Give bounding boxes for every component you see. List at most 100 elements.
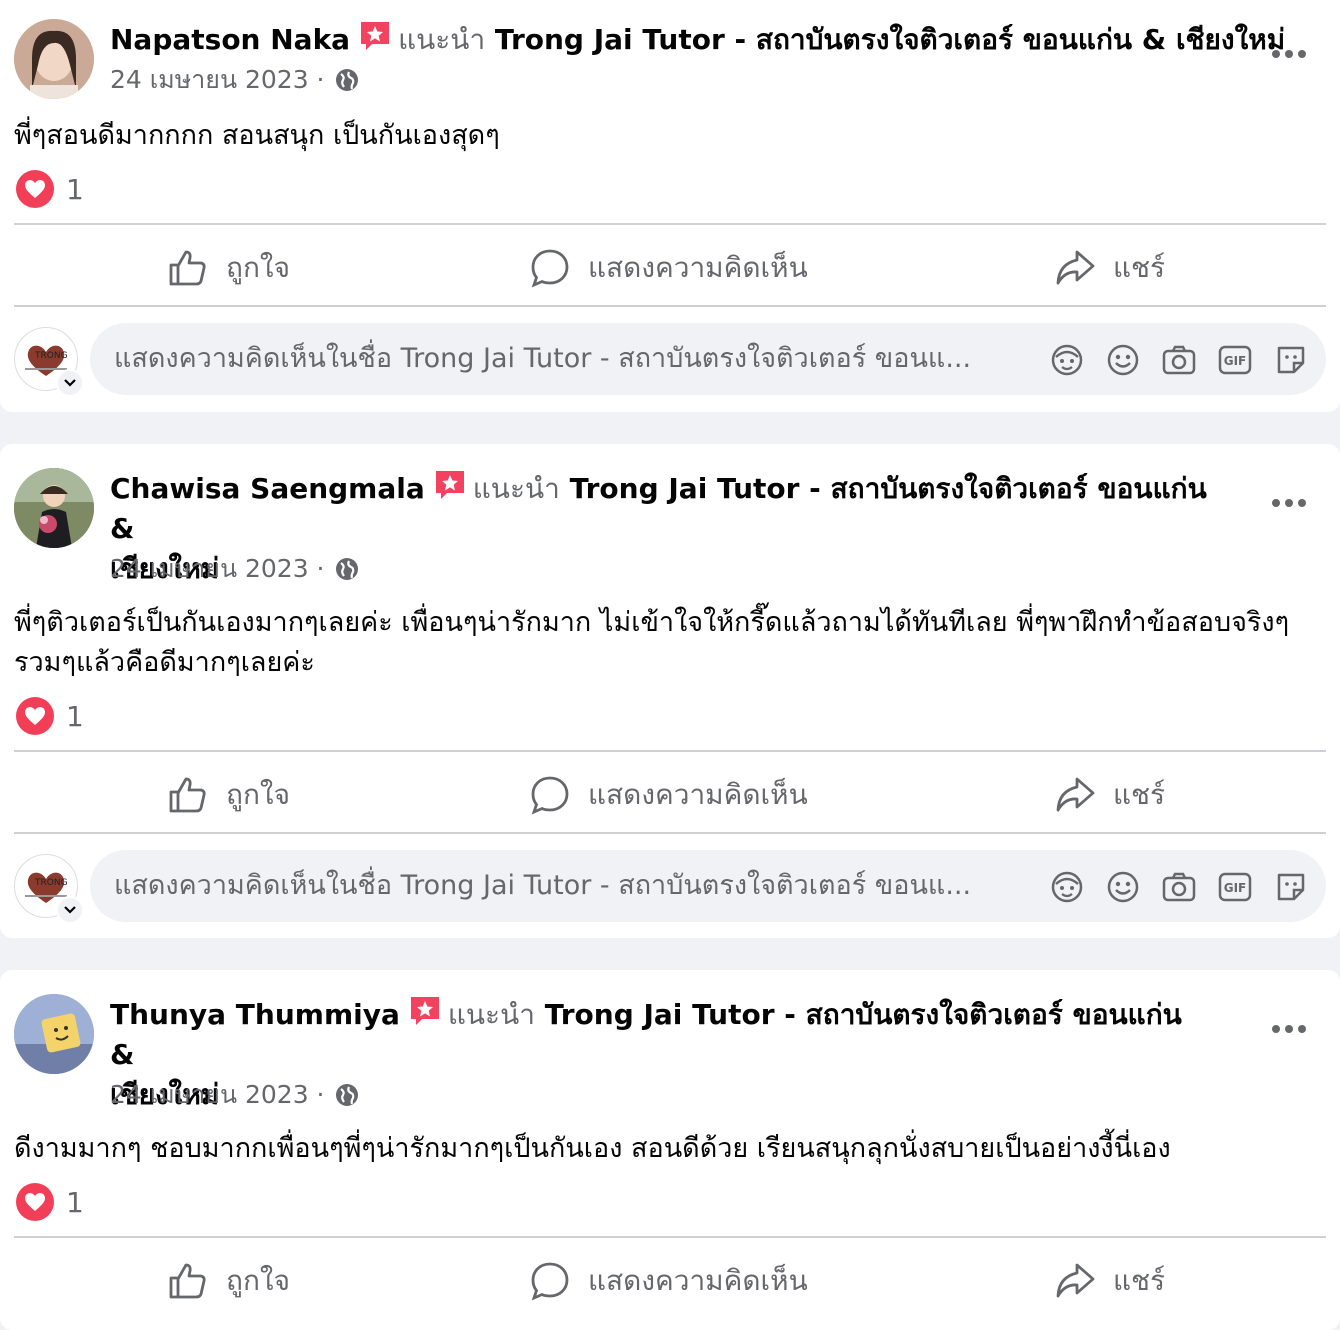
- profile-switch-chevron-icon[interactable]: [56, 369, 84, 397]
- post-date[interactable]: 24 เมษายน 2023 ·: [110, 1078, 325, 1112]
- comment-placeholder: แสดงความคิดเห็นในชื่อ Trong Jai Tutor - …: [114, 343, 972, 374]
- recommends-label: แนะนำ: [447, 998, 535, 1031]
- post-meta: 24 เมษายน 2023 ·: [110, 1078, 359, 1112]
- reaction-summary[interactable]: 1: [16, 170, 84, 208]
- share-label: แชร์: [1113, 1264, 1166, 1297]
- share-arrow-icon: [1056, 250, 1095, 285]
- dot-icon: [1298, 1025, 1306, 1033]
- svg-text:TRONG: TRONG: [34, 878, 68, 888]
- divider: [14, 832, 1326, 834]
- share-button[interactable]: แชร์: [1055, 773, 1165, 817]
- svg-text:GIF: GIF: [1224, 881, 1247, 895]
- share-arrow-icon: [1056, 777, 1095, 812]
- recommend-star-icon: [410, 997, 439, 1025]
- gif-icon[interactable]: GIF: [1218, 343, 1252, 377]
- avatar-sticker-icon[interactable]: [1050, 343, 1084, 377]
- share-arrow-icon: [1056, 1263, 1095, 1298]
- comment-button[interactable]: แสดงความคิดเห็น: [530, 773, 808, 817]
- review-text: พี่ๆสอนดีมากกกก สอนสนุก เป็นกันเองสุดๆ: [14, 120, 500, 151]
- post-meta: 24 เมษายน 2023 ·: [110, 552, 359, 586]
- page-name[interactable]: Trong Jai Tutor - สถาบันตรงใจติวเตอร์ ขอ…: [495, 23, 1285, 56]
- comment-label: แสดงความคิดเห็น: [588, 778, 808, 811]
- share-label: แชร์: [1113, 778, 1166, 811]
- comment-placeholder: แสดงความคิดเห็นในชื่อ Trong Jai Tutor - …: [114, 870, 972, 901]
- camera-icon[interactable]: [1162, 343, 1196, 377]
- dot-icon: [1272, 1025, 1280, 1033]
- post-meta: 24 เมษายน 2023 ·: [110, 63, 359, 97]
- share-button[interactable]: แชร์: [1055, 246, 1165, 290]
- emoji-icon[interactable]: [1106, 870, 1140, 904]
- recommend-star-icon: [435, 471, 464, 499]
- sticker-icon[interactable]: [1274, 870, 1308, 904]
- like-button[interactable]: ถูกใจ: [168, 246, 290, 290]
- camera-icon[interactable]: [1162, 870, 1196, 904]
- author-avatar[interactable]: [14, 994, 94, 1074]
- more-options-button[interactable]: [1272, 1025, 1306, 1035]
- gif-icon[interactable]: GIF: [1218, 870, 1252, 904]
- dot-icon: [1272, 499, 1280, 507]
- author-avatar[interactable]: [14, 19, 94, 99]
- author-name[interactable]: Thunya Thummiya: [110, 998, 400, 1031]
- comment-tools: GIF: [1050, 870, 1308, 904]
- comment-bubble-icon: [531, 249, 569, 288]
- sticker-icon[interactable]: [1274, 343, 1308, 377]
- like-label: ถูกใจ: [226, 1264, 290, 1297]
- svg-text:GIF: GIF: [1224, 354, 1247, 368]
- love-reaction-icon: [16, 697, 54, 735]
- comment-input[interactable]: แสดงความคิดเห็นในชื่อ Trong Jai Tutor - …: [90, 323, 1326, 395]
- divider: [14, 305, 1326, 307]
- love-reaction-icon: [16, 170, 54, 208]
- reaction-count: 1: [66, 1185, 84, 1219]
- emoji-icon[interactable]: [1106, 343, 1140, 377]
- comment-label: แสดงความคิดเห็น: [588, 251, 808, 284]
- comment-button[interactable]: แสดงความคิดเห็น: [530, 246, 808, 290]
- like-button[interactable]: ถูกใจ: [168, 1259, 290, 1303]
- like-button[interactable]: ถูกใจ: [168, 773, 290, 817]
- comment-button[interactable]: แสดงความคิดเห็น: [530, 1259, 808, 1303]
- reaction-count: 1: [66, 172, 84, 206]
- post-date[interactable]: 24 เมษายน 2023 ·: [110, 552, 325, 586]
- comment-bubble-icon: [531, 1262, 569, 1301]
- dot-icon: [1298, 50, 1306, 58]
- more-options-button[interactable]: [1272, 50, 1306, 60]
- more-options-button[interactable]: [1272, 499, 1306, 509]
- globe-icon: [335, 69, 358, 91]
- review-text: พี่ๆติวเตอร์เป็นกันเองมากๆเลยค่ะ เพื่อนๆ…: [14, 607, 1290, 678]
- dot-icon: [1285, 499, 1293, 507]
- post-date[interactable]: 24 เมษายน 2023 ·: [110, 63, 325, 97]
- love-reaction-icon: [16, 1183, 54, 1221]
- review-text: ดีงามมากๆ ชอบมากกเพื่อนๆพี่ๆน่ารักมากๆเป…: [14, 1133, 1171, 1164]
- recommends-label: แนะนำ: [472, 472, 560, 505]
- dot-icon: [1285, 1025, 1293, 1033]
- dot-icon: [1272, 50, 1280, 58]
- profile-switch-chevron-icon[interactable]: [56, 896, 84, 924]
- globe-icon: [335, 1084, 358, 1106]
- author-name[interactable]: Chawisa Saengmala: [110, 472, 425, 505]
- recommends-label: แนะนำ: [398, 23, 486, 56]
- comment-bubble-icon: [531, 776, 569, 815]
- share-button[interactable]: แชร์: [1055, 1259, 1165, 1303]
- reaction-summary[interactable]: 1: [16, 697, 84, 735]
- share-label: แชร์: [1113, 251, 1166, 284]
- post-header: Napatson Naka แนะนำ Trong Jai Tutor - สถา…: [110, 19, 1285, 60]
- author-avatar[interactable]: [14, 468, 94, 548]
- globe-icon: [335, 558, 358, 580]
- thumbs-up-icon: [169, 250, 206, 286]
- divider: [14, 750, 1326, 752]
- thumbs-up-icon: [169, 777, 206, 813]
- thumbs-up-icon: [169, 1263, 206, 1299]
- comment-tools: GIF: [1050, 343, 1308, 377]
- like-label: ถูกใจ: [226, 778, 290, 811]
- avatar-sticker-icon[interactable]: [1050, 870, 1084, 904]
- reaction-count: 1: [66, 699, 84, 733]
- recommend-star-icon: [361, 22, 390, 50]
- divider: [14, 223, 1326, 225]
- reaction-summary[interactable]: 1: [16, 1183, 84, 1221]
- svg-text:TRONG: TRONG: [34, 351, 68, 361]
- comment-input[interactable]: แสดงความคิดเห็นในชื่อ Trong Jai Tutor - …: [90, 850, 1326, 922]
- like-label: ถูกใจ: [226, 251, 290, 284]
- divider: [14, 1236, 1326, 1238]
- author-name[interactable]: Napatson Naka: [110, 23, 350, 56]
- comment-label: แสดงความคิดเห็น: [588, 1264, 808, 1297]
- dot-icon: [1298, 499, 1306, 507]
